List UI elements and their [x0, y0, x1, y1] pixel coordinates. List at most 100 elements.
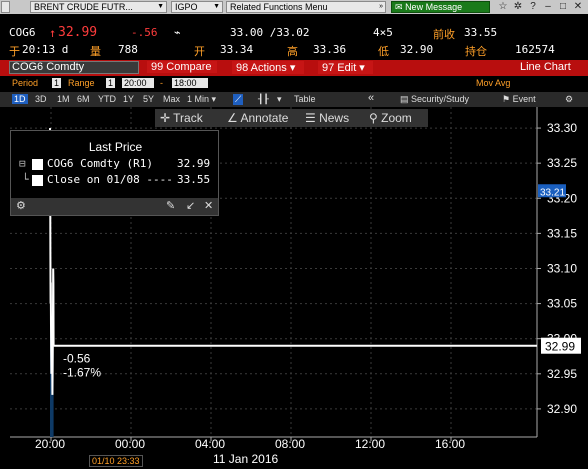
- track-label: Track: [173, 111, 203, 125]
- open-interest-value: 162574: [515, 43, 555, 56]
- compare-button[interactable]: 99 Compare: [147, 61, 217, 73]
- pin-icon[interactable]: ✎: [166, 199, 175, 212]
- tree-branch-icon: └: [22, 173, 29, 186]
- volume-value: 788: [118, 43, 138, 56]
- legend-series-value: 32.99: [177, 157, 211, 170]
- x-tick-label: 08:00: [275, 437, 305, 451]
- bid-ask-size: 4×5: [373, 26, 393, 39]
- last-trade-time: 20:13 d: [22, 43, 69, 56]
- minimize-icon[interactable]: –: [541, 0, 555, 14]
- interval-max[interactable]: Max: [163, 94, 180, 104]
- compare-label: 99 Compare: [151, 61, 212, 73]
- security-field[interactable]: COG6 Comdty: [9, 61, 139, 74]
- period-row: Period 1 Range 1 20:00 - 18:00 Mov Avg: [0, 77, 588, 91]
- tree-expand-icon[interactable]: ⊟: [19, 157, 26, 170]
- prev-close-label: 前收: [433, 28, 455, 41]
- news-button[interactable]: ☰ News: [305, 111, 349, 125]
- x-tick-label: 20:00: [35, 437, 65, 451]
- chevron-down-icon: ▼: [213, 3, 220, 10]
- period-field[interactable]: 1: [52, 78, 62, 88]
- sparkline-icon: ⌁: [174, 26, 181, 39]
- high-value: 33.36: [313, 43, 347, 56]
- help-icon[interactable]: ?: [526, 0, 540, 14]
- edit-button[interactable]: 97 Edit ▾: [318, 61, 373, 74]
- event-button[interactable]: ⚑ Event: [502, 94, 536, 105]
- range-start-field[interactable]: 20:00: [122, 78, 154, 88]
- interval-1y[interactable]: 1Y: [123, 94, 134, 104]
- interval-frequency-dropdown[interactable]: 1 Min ▾: [187, 94, 216, 105]
- legend-checkbox[interactable]: [32, 159, 43, 170]
- open-interest-label: 持仓: [465, 45, 487, 58]
- y-tick-label: 33.10: [547, 261, 577, 275]
- actions-label: 98 Actions: [236, 62, 287, 74]
- actions-button[interactable]: 98 Actions ▾: [232, 61, 304, 74]
- legend-panel[interactable]: Last Price ⊟ COG6 Comdty (R1) 32.99 └ Cl…: [10, 130, 219, 216]
- annotate-label: Annotate: [240, 111, 289, 125]
- zoom-button[interactable]: ⚲ Zoom: [369, 111, 412, 125]
- y-axis: 32.9032.9533.0033.0533.1033.1533.2033.25…: [536, 107, 577, 437]
- related-functions-menu[interactable]: Related Functions Menu »: [226, 1, 386, 13]
- legend-series-name: Close on 01/08 ----: [47, 173, 173, 186]
- y-tick-label: 32.95: [547, 367, 577, 381]
- y-tick-label: 33.05: [547, 297, 577, 311]
- legend-footer: ⚙ ✎ ↙ ✕: [11, 198, 218, 215]
- edit-label: 97 Edit: [322, 62, 357, 74]
- interval-5y[interactable]: 5Y: [143, 94, 154, 104]
- event-label: Event: [512, 94, 536, 104]
- high-label: 高: [287, 45, 298, 58]
- bar-style-icon[interactable]: ┨┠: [258, 94, 269, 105]
- star-icon[interactable]: ☆: [496, 0, 510, 14]
- line-chart-icon[interactable]: ⟋: [233, 94, 244, 105]
- interval-1m[interactable]: 1M: [57, 94, 70, 104]
- igpo-dropdown[interactable]: IGPO ▼: [171, 1, 223, 13]
- top-toolbar: BRENT CRUDE FUTR... ▼ IGPO ▼ Related Fun…: [0, 0, 588, 14]
- range-label: Range: [68, 78, 95, 88]
- interval-6m[interactable]: 6M: [77, 94, 90, 104]
- gear-icon[interactable]: ⚙: [16, 199, 26, 212]
- table-button[interactable]: Table: [294, 94, 316, 104]
- interval-1d[interactable]: 1D: [12, 94, 28, 104]
- open-value: 33.34: [220, 43, 254, 56]
- gear-icon[interactable]: ⚙: [565, 94, 573, 105]
- menu-handle[interactable]: [1, 1, 10, 13]
- annotate-button[interactable]: ∠ Annotate: [227, 111, 288, 125]
- collapse-arrow-icon[interactable]: ↙: [186, 199, 195, 212]
- y-tick-label: 33.30: [547, 121, 577, 135]
- range-field[interactable]: 1: [106, 78, 116, 88]
- price-change: -.56: [131, 26, 158, 39]
- y-tick-label: 33.15: [547, 226, 577, 240]
- interval-3d[interactable]: 3D: [35, 94, 47, 104]
- change-abs-label: -0.56: [63, 352, 91, 366]
- period-label: Period: [12, 78, 39, 88]
- interval-ytd[interactable]: YTD: [98, 94, 116, 104]
- low-value: 32.90: [400, 43, 434, 56]
- x-axis-date-label: 11 Jan 2016: [213, 452, 279, 466]
- range-end-field[interactable]: 18:00: [172, 78, 208, 88]
- close-icon[interactable]: ✕: [204, 199, 213, 212]
- prev-close-value: 33.55: [464, 26, 498, 39]
- y-tick-label: 32.90: [547, 402, 577, 416]
- legend-series-value: 33.55: [177, 173, 211, 186]
- change-pct-label: -1.67%: [63, 366, 101, 380]
- crosshair-date-tag: 01/10 23:33: [89, 455, 143, 467]
- x-tick-label: 12:00: [355, 437, 385, 451]
- last-price: 32.99: [58, 25, 98, 40]
- new-message-button[interactable]: ✉ New Message: [391, 1, 490, 13]
- news-label: News: [319, 111, 350, 125]
- chevron-down-icon: ▼: [157, 3, 164, 10]
- zoom-label: Zoom: [381, 111, 412, 125]
- moving-average-label[interactable]: Mov Avg: [476, 78, 510, 88]
- chevron-down-icon[interactable]: ▾: [277, 94, 282, 105]
- low-label: 低: [378, 45, 389, 58]
- bid-ask: 33.00 /33.02: [230, 26, 310, 39]
- security-study-button[interactable]: ▤ Security/Study: [400, 94, 469, 105]
- legend-checkbox[interactable]: [32, 175, 43, 186]
- time-label: 于: [9, 45, 20, 58]
- track-button[interactable]: ✛ Track: [160, 111, 203, 125]
- collapse-icon[interactable]: «: [368, 92, 374, 104]
- maximize-icon[interactable]: □: [556, 0, 570, 14]
- settings-icon[interactable]: ✲: [511, 0, 525, 14]
- security-dropdown[interactable]: BRENT CRUDE FUTR... ▼: [30, 1, 167, 13]
- close-icon[interactable]: ✕: [571, 0, 585, 14]
- chart-toolbar: ✛ Track ∠ Annotate ☰ News ⚲ Zoom: [155, 109, 428, 127]
